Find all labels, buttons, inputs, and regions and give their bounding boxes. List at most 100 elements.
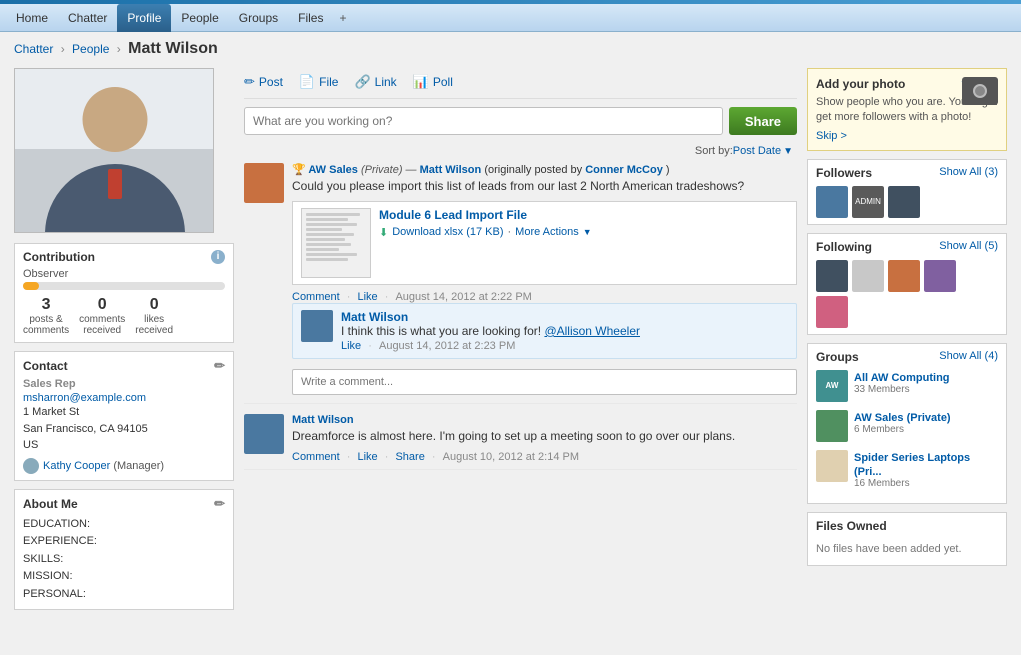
file-name-link[interactable]: Module 6 Lead Import File xyxy=(379,208,527,222)
profile-photo xyxy=(14,68,214,233)
sort-label: Sort by: xyxy=(695,145,733,157)
nav-plus[interactable]: + xyxy=(333,4,352,32)
follower-avatar-2: ADMIN xyxy=(852,186,884,218)
left-sidebar: Contribution i Observer 3 posts &comment… xyxy=(14,68,234,618)
camera-lens xyxy=(973,84,987,98)
poll-icon: 📊 xyxy=(413,74,429,90)
followers-show-all[interactable]: Show All (3) xyxy=(939,166,998,180)
group-members-1: 33 Members xyxy=(854,384,998,395)
reply-mention-link[interactable]: @Allison Wheeler xyxy=(544,324,640,338)
tab-file[interactable]: 📄 File xyxy=(299,74,339,90)
file-thumb-lines xyxy=(302,209,370,267)
inline-reply-1: Matt Wilson I think this is what you are… xyxy=(292,303,797,359)
skip-link[interactable]: Skip > xyxy=(816,130,998,142)
comment-input-1[interactable] xyxy=(292,369,797,395)
contact-email[interactable]: msharron@example.com xyxy=(23,392,146,404)
more-actions-caret[interactable]: ▼ xyxy=(583,227,592,237)
contribution-stats: 3 posts &comments 0 commentsreceived 0 l… xyxy=(23,296,225,336)
nav-home[interactable]: Home xyxy=(6,4,58,32)
feed-author-link-1[interactable]: 🏆 AW Sales xyxy=(292,164,358,176)
files-owned-text: No files have been added yet. xyxy=(816,539,998,559)
contribution-bar xyxy=(23,282,225,290)
feed-header-1: 🏆 AW Sales (Private) — Matt Wilson (orig… xyxy=(292,163,797,176)
about-me-title: About Me ✏ xyxy=(23,496,225,512)
stat-comments: 0 commentsreceived xyxy=(79,296,125,336)
contribution-info-icon[interactable]: i xyxy=(211,250,225,264)
feed-body-2: Matt Wilson Dreamforce is almost here. I… xyxy=(292,414,797,463)
about-me-edit-icon[interactable]: ✏ xyxy=(214,496,225,512)
post-input[interactable] xyxy=(244,107,723,135)
timestamp-2: August 10, 2012 at 2:14 PM xyxy=(443,451,579,463)
reply-avatar xyxy=(301,310,333,342)
groups-title: Groups Show All (4) xyxy=(816,350,998,364)
group-members-2: 6 Members xyxy=(854,424,998,435)
feed-item-1: 🏆 AW Sales (Private) — Matt Wilson (orig… xyxy=(244,163,797,404)
file-thumb xyxy=(301,208,371,278)
group-icon-1: AW xyxy=(816,370,848,402)
feed-body-1: 🏆 AW Sales (Private) — Matt Wilson (orig… xyxy=(292,163,797,397)
top-nav: Home Chatter Profile People Groups Files… xyxy=(0,4,1021,32)
contact-edit-icon[interactable]: ✏ xyxy=(214,358,225,374)
nav-people[interactable]: People xyxy=(171,4,228,32)
center-content: ✏ Post 📄 File 🔗 Link 📊 Poll Share Sort b… xyxy=(244,68,797,618)
sort-value[interactable]: Post Date xyxy=(733,145,781,157)
reply-author-link[interactable]: Matt Wilson xyxy=(341,310,408,324)
nav-chatter[interactable]: Chatter xyxy=(58,4,117,32)
group-name-3[interactable]: Spider Series Laptops (Pri... xyxy=(854,452,970,478)
sort-dropdown-arrow[interactable]: ▼ xyxy=(783,146,793,157)
nav-files[interactable]: Files xyxy=(288,4,333,32)
sales-rep-label: Sales Rep xyxy=(23,378,225,390)
group-name-2[interactable]: AW Sales (Private) xyxy=(854,412,951,424)
comment-link-1[interactable]: Comment xyxy=(292,291,340,303)
file-actions: ⬇ Download xlsx (17 KB) · More Actions ▼ xyxy=(379,226,788,239)
like-link-2[interactable]: Like xyxy=(357,451,377,463)
post-input-row: Share xyxy=(244,107,797,135)
groups-show-all[interactable]: Show All (4) xyxy=(939,350,998,364)
tab-poll[interactable]: 📊 Poll xyxy=(413,74,453,90)
feed-posted-by-1[interactable]: Matt Wilson xyxy=(420,164,482,176)
feed-author-link-2[interactable]: Matt Wilson xyxy=(292,414,354,426)
manager-link[interactable]: Kathy Cooper (Manager) xyxy=(43,460,164,472)
tab-post[interactable]: ✏ Post xyxy=(244,74,283,90)
followers-title: Followers Show All (3) xyxy=(816,166,998,180)
more-actions-button[interactable]: More Actions xyxy=(515,226,579,238)
reply-timestamp: August 14, 2012 at 2:23 PM xyxy=(379,340,515,352)
breadcrumb-sep1: › xyxy=(61,42,65,56)
nav-profile[interactable]: Profile xyxy=(117,4,171,32)
orig-poster-link[interactable]: Conner McCoy xyxy=(585,164,663,176)
followers-section: Followers Show All (3) ADMIN xyxy=(807,159,1007,225)
feed-item-2: Matt Wilson Dreamforce is almost here. I… xyxy=(244,414,797,470)
tab-link[interactable]: 🔗 Link xyxy=(354,74,396,90)
file-info: Module 6 Lead Import File ⬇ Download xls… xyxy=(379,208,788,239)
feed-text-1: Could you please import this list of lea… xyxy=(292,178,797,195)
comment-link-2[interactable]: Comment xyxy=(292,451,340,463)
stat-posts: 3 posts &comments xyxy=(23,296,69,336)
group-icon-2 xyxy=(816,410,848,442)
group-name-1[interactable]: All AW Computing xyxy=(854,372,950,384)
following-avatar-5 xyxy=(816,296,848,328)
feed-avatar-2 xyxy=(244,414,284,454)
reply-text: I think this is what you are looking for… xyxy=(341,324,544,338)
download-link[interactable]: Download xlsx (17 KB) xyxy=(392,226,503,238)
link-icon: 🔗 xyxy=(354,74,370,90)
following-avatar-2 xyxy=(852,260,884,292)
following-row-2 xyxy=(816,296,998,328)
breadcrumb-chatter[interactable]: Chatter xyxy=(14,42,53,56)
right-sidebar: ⬆ Add your photo Show people who you are… xyxy=(807,68,1007,618)
feed-avatar-img-1 xyxy=(244,163,284,203)
following-title: Following Show All (5) xyxy=(816,240,998,254)
reply-like-link[interactable]: Like xyxy=(341,340,361,352)
share-button[interactable]: Share xyxy=(729,107,797,135)
contact-title: Contact ✏ xyxy=(23,358,225,374)
share-link-2[interactable]: Share xyxy=(395,451,424,463)
following-show-all[interactable]: Show All (5) xyxy=(939,240,998,254)
nav-groups[interactable]: Groups xyxy=(229,4,288,32)
feed-actions-2: Comment · Like · Share · August 10, 2012… xyxy=(292,451,797,463)
manager-row: Kathy Cooper (Manager) xyxy=(23,458,225,474)
feed-header-2: Matt Wilson xyxy=(292,414,797,426)
group-item-3: Spider Series Laptops (Pri... 16 Members xyxy=(816,450,998,489)
camera-icon xyxy=(962,77,998,105)
breadcrumb-people[interactable]: People xyxy=(72,42,109,56)
following-section: Following Show All (5) xyxy=(807,233,1007,335)
like-link-1[interactable]: Like xyxy=(357,291,377,303)
